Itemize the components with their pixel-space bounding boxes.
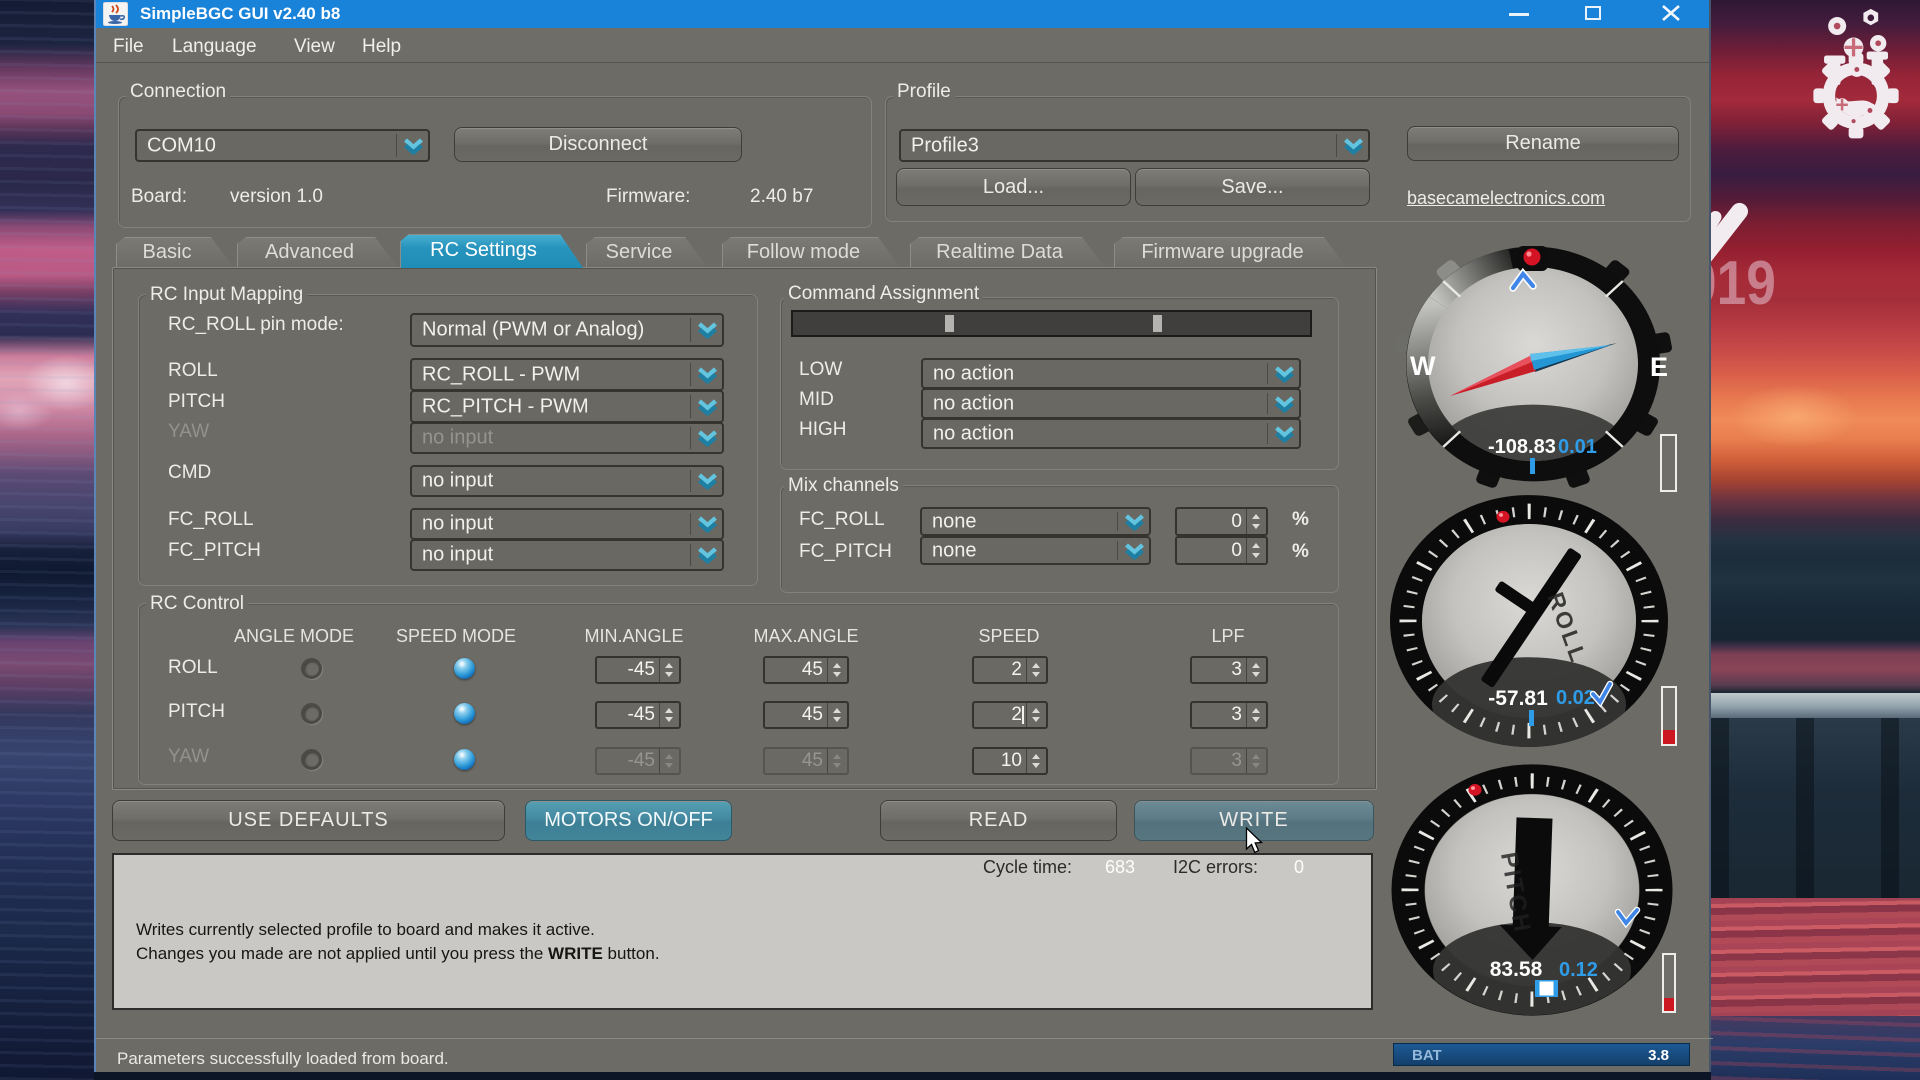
svg-text:0.01: 0.01 <box>1558 436 1597 458</box>
svg-text:0.02: 0.02 <box>1556 687 1595 709</box>
svg-text:0.12: 0.12 <box>1559 959 1598 981</box>
svg-text:E: E <box>1650 352 1668 382</box>
svg-text:83.58: 83.58 <box>1490 958 1543 981</box>
svg-text:W: W <box>1410 351 1436 381</box>
svg-text:-108.83: -108.83 <box>1488 436 1556 458</box>
svg-text:-57.81: -57.81 <box>1488 687 1548 710</box>
